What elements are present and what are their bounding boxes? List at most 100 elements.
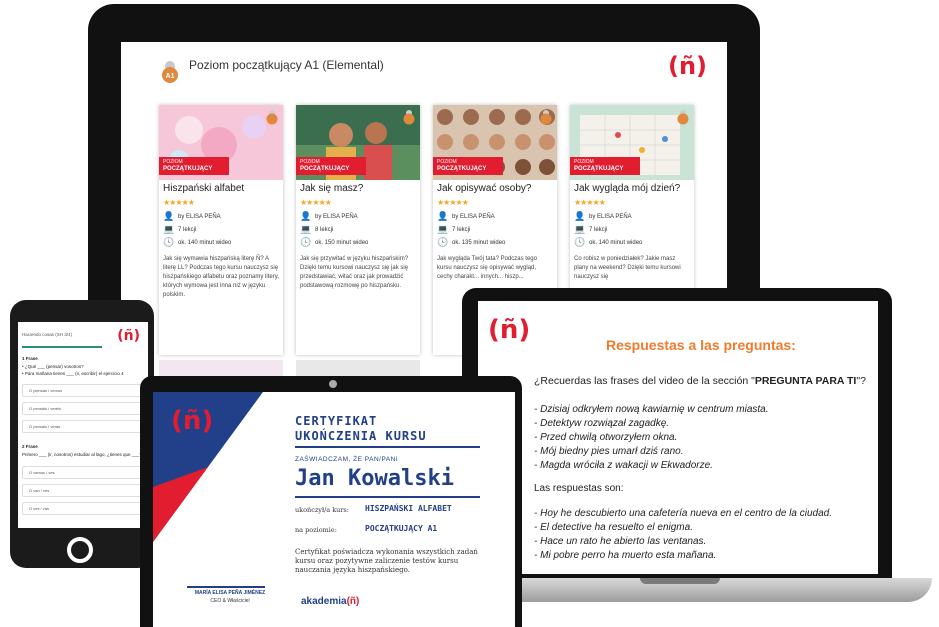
course-title[interactable]: Jak się masz?	[300, 183, 363, 194]
question-label: 1 Frase	[22, 356, 38, 361]
page-title: Poziom początkujący A1 (Elemental)	[189, 58, 384, 72]
rating-stars: ★★★★★	[437, 198, 469, 207]
laptop-icon: 💻	[163, 224, 175, 234]
answer-option[interactable]: O ves / vas	[22, 502, 144, 515]
laptop-icon: 💻	[300, 224, 312, 234]
catalog-header: A1 Poziom początkujący A1 (Elemental) (ñ…	[121, 42, 727, 97]
sentence-item: - Przed chwilą otworzyłem okna.	[534, 432, 678, 443]
signer-role: CEO & Właściciel	[210, 598, 250, 604]
laptop-base-notch	[640, 578, 720, 584]
divider	[295, 496, 480, 498]
course-title[interactable]: Jak opisywać osoby?	[437, 183, 532, 194]
user-icon: 👤	[437, 211, 449, 221]
sentence-item: - Detektyw rozwiązał zagadkę.	[534, 418, 670, 429]
brand-logo: (ñ)	[171, 406, 214, 436]
a1-badge-icon	[677, 110, 689, 125]
rating-stars: ★★★★★	[574, 198, 606, 207]
answer-item: - Mi pobre perro ha muerto esta mañana.	[534, 550, 717, 561]
lessons-row: 💻 7 lekcji	[437, 224, 471, 234]
question-line: • ¿Qué ___ (pensar) vosotros?	[22, 364, 84, 369]
answers-label: Las respuestas son:	[534, 483, 624, 494]
video-row: 🕓 ok. 140 minut wideo	[574, 237, 643, 247]
sentence-item: - Magda wróciła z wakacji w Ekwadorze.	[534, 460, 713, 471]
level-label: na poziomie:	[295, 526, 337, 534]
course-value: HISZPAŃSKI ALFABET	[365, 504, 452, 513]
course-card-alphabet[interactable]: POZIOM POCZĄTKUJĄCY Hiszpański alfabet ★★…	[159, 105, 283, 355]
clock-icon: 🕓	[300, 237, 312, 247]
lessons-row: 💻 7 lekcji	[163, 224, 197, 234]
user-icon: 👤	[163, 211, 175, 221]
answer-option[interactable]: O pensáis / veréis	[22, 402, 144, 415]
answer-item: - Hoy he descubierto una cafetería nueva…	[534, 508, 832, 519]
signature-line	[187, 586, 265, 588]
course-card-how-are-you[interactable]: POZIOM POCZĄTKUJĄCY Jak się masz? ★★★★★ 👤…	[296, 105, 420, 355]
brand-logo: (ñ)	[117, 328, 140, 344]
camera-icon	[329, 380, 337, 388]
course-description: Jak się przywitać w języku hiszpańskim? …	[300, 256, 409, 289]
question-line: Primero ___ (ir, nosotros) estudiar al l…	[22, 452, 142, 457]
progress-bar	[22, 346, 102, 348]
akademia-logo: akademia(ñ)	[301, 596, 360, 607]
a1-badge-icon	[540, 110, 552, 125]
sentence-list: - Dzisiaj odkryłem nową kawiarnię w cent…	[534, 403, 874, 473]
lesson-ref: Haciendo cosas (SH 3/4)	[22, 332, 73, 337]
video-row: 🕓 ok. 135 minut wideo	[437, 237, 506, 247]
course-label: ukończył/a kurs:	[295, 506, 349, 514]
svg-text:A1: A1	[166, 73, 175, 80]
video-row: 🕓 ok. 140 minut wideo	[163, 237, 232, 247]
rating-stars: ★★★★★	[300, 198, 332, 207]
author-row: 👤 by ELISA PEÑA	[437, 211, 495, 221]
answers-slide-screen: (ñ) Respuestas a las preguntas: ¿Recuerd…	[478, 301, 878, 574]
slide-question: ¿Recuerdas las frases del video de la se…	[534, 375, 866, 387]
answer-item: - El detective ha resuelto el enigma.	[534, 522, 693, 533]
brand-logo: (ñ)	[488, 315, 531, 345]
course-description: Co robisz w poniedziałek? Jakie masz pla…	[574, 256, 681, 280]
clock-icon: 🕓	[437, 237, 449, 247]
question-line: • Para mañana tienes ___ (ir, escribir) …	[22, 371, 124, 376]
a1-badge-icon: A1	[162, 61, 178, 83]
certificate-screen: (ñ) CERTYFIKAT UKOŃCZENIA KURSU ZAŚWIADCZ…	[153, 392, 515, 627]
answer-option[interactable]: O piensas / vemos	[22, 384, 144, 397]
user-icon: 👤	[300, 211, 312, 221]
home-button[interactable]	[67, 537, 93, 563]
divider	[295, 446, 480, 448]
author-row: 👤 by ELISA PEÑA	[163, 211, 221, 221]
a1-badge-icon	[266, 110, 278, 125]
laptop-icon: 💻	[574, 224, 586, 234]
sentence-item: - Mój biedny pies umarł dziś rano.	[534, 446, 684, 457]
certificate-title: CERTYFIKAT UKOŃCZENIA KURSU	[295, 414, 427, 443]
laptop-icon: 💻	[437, 224, 449, 234]
certify-text: ZAŚWIADCZAM, ŻE PAN/PANI	[295, 456, 399, 463]
course-title[interactable]: Jak wygląda mój dzień?	[574, 183, 680, 194]
answer-option[interactable]: O van / ves	[22, 484, 144, 497]
certificate-body: Certyfikat poświadcza wykonania wszystki…	[295, 548, 478, 574]
course-description: Jak się wymawia hiszpańską literę Ñ? A l…	[163, 256, 279, 298]
clock-icon: 🕓	[163, 237, 175, 247]
sentence-item: - Dzisiaj odkryłem nową kawiarnię w cent…	[534, 404, 769, 415]
lessons-row: 💻 8 lekcji	[300, 224, 334, 234]
brand-logo: (ñ)	[667, 52, 707, 80]
video-row: 🕓 ok. 150 minut wideo	[300, 237, 369, 247]
phone-quiz-screen: Haciendo cosas (SH 3/4) (ñ) 1 Frase • ¿Q…	[18, 322, 148, 528]
recipient-name: Jan Kowalski	[295, 466, 454, 491]
signer-name: MARÍA ELISA PEÑA JIMÉNEZ	[194, 590, 266, 596]
rating-stars: ★★★★★	[163, 198, 195, 207]
course-title[interactable]: Hiszpański alfabet	[163, 183, 244, 194]
level-tag: POZIOM POCZĄTKUJĄCY	[433, 157, 503, 175]
lessons-row: 💻 7 lekcji	[574, 224, 608, 234]
level-tag: POZIOM POCZĄTKUJĄCY	[296, 157, 366, 175]
a1-badge-icon	[403, 110, 415, 125]
author-row: 👤 by ELISA PEÑA	[300, 211, 358, 221]
question-label: 2 Frase	[22, 444, 38, 449]
answer-list: - Hoy he descubierto una cafetería nueva…	[534, 507, 874, 563]
answer-option[interactable]: O vamos / ves	[22, 466, 144, 479]
level-value: POCZĄTKUJĄCY A1	[365, 524, 438, 533]
slide-heading: Respuestas a las preguntas:	[606, 337, 796, 353]
answer-item: - Hace un rato he abierto las ventanas.	[534, 536, 707, 547]
user-icon: 👤	[574, 211, 586, 221]
level-tag: POZIOM POCZĄTKUJĄCY	[570, 157, 640, 175]
answer-option[interactable]: O pensáis / verás	[22, 420, 144, 433]
author-row: 👤 by ELISA PEÑA	[574, 211, 632, 221]
level-tag: POZIOM POCZĄTKUJĄCY	[159, 157, 229, 175]
course-description: Jak wygląda Twój tata? Podczas tego kurs…	[437, 256, 537, 280]
